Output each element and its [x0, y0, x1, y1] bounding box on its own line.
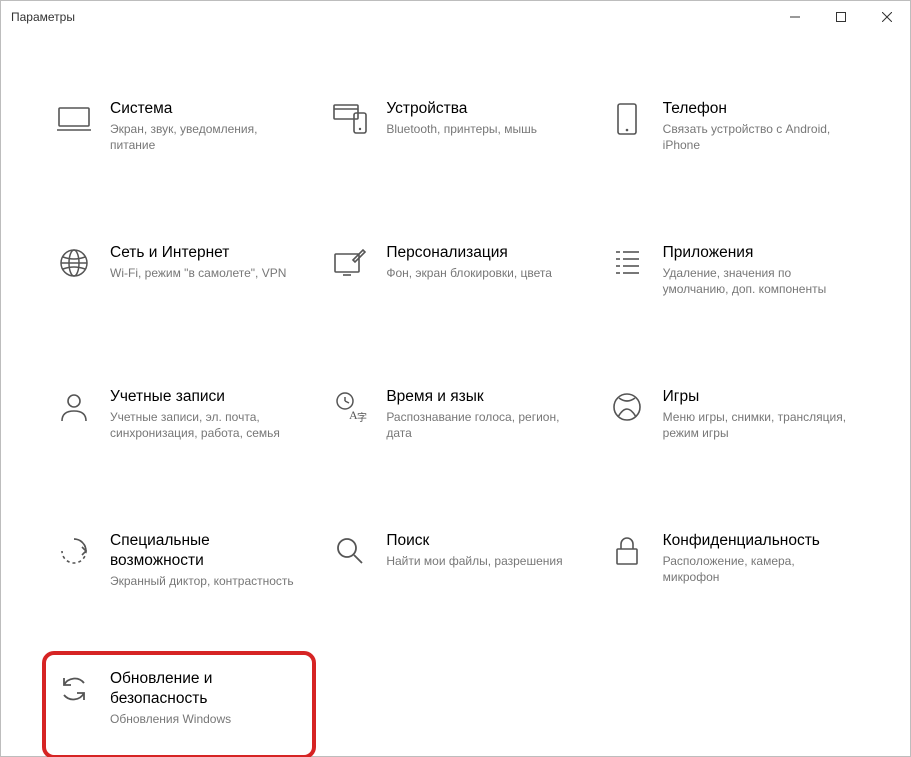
- tile-desc: Найти мои файлы, разрешения: [386, 553, 562, 569]
- tile-desc: Wi-Fi, режим "в самолете", VPN: [110, 265, 286, 281]
- time-language-icon: A字: [332, 389, 368, 425]
- tile-title: Устройства: [386, 99, 537, 119]
- tile-title: Специальные возможности: [110, 531, 296, 571]
- content-area: Система Экран, звук, уведомления, питани…: [1, 33, 910, 741]
- tile-update-security[interactable]: Обновление и безопасность Обновления Win…: [42, 651, 316, 757]
- tile-desc: Меню игры, снимки, трансляция, режим игр…: [663, 409, 849, 441]
- close-icon: [882, 12, 892, 22]
- apps-icon: [609, 245, 645, 281]
- maximize-icon: [836, 12, 846, 22]
- tile-desc: Bluetooth, принтеры, мышь: [386, 121, 537, 137]
- ease-of-access-icon: [56, 533, 92, 569]
- tile-ease-of-access[interactable]: Специальные возможности Экранный диктор,…: [56, 525, 302, 609]
- tile-network[interactable]: Сеть и Интернет Wi-Fi, режим "в самолете…: [56, 237, 302, 321]
- tile-accounts[interactable]: Учетные записи Учетные записи, эл. почта…: [56, 381, 302, 465]
- search-icon: [332, 533, 368, 569]
- tile-apps[interactable]: Приложения Удаление, значения по умолчан…: [609, 237, 855, 321]
- tile-desc: Связать устройство с Android, iPhone: [663, 121, 849, 153]
- svg-text:字: 字: [357, 411, 367, 423]
- close-button[interactable]: [864, 1, 910, 33]
- tile-desc: Удаление, значения по умолчанию, доп. ко…: [663, 265, 849, 297]
- window-controls: [772, 1, 910, 33]
- tile-desc: Распознавание голоса, регион, дата: [386, 409, 572, 441]
- tile-desc: Экранный диктор, контрастность: [110, 573, 296, 589]
- tile-title: Поиск: [386, 531, 562, 551]
- globe-icon: [56, 245, 92, 281]
- tile-time-language[interactable]: A字 Время и язык Распознавание голоса, ре…: [332, 381, 578, 465]
- xbox-icon: [609, 389, 645, 425]
- tile-title: Обновление и безопасность: [110, 669, 302, 709]
- tile-title: Учетные записи: [110, 387, 296, 407]
- tile-title: Телефон: [663, 99, 849, 119]
- tile-privacy[interactable]: Конфиденциальность Расположение, камера,…: [609, 525, 855, 609]
- titlebar: Параметры: [1, 1, 910, 33]
- tile-desc: Учетные записи, эл. почта, синхронизация…: [110, 409, 296, 441]
- tile-gaming[interactable]: Игры Меню игры, снимки, трансляция, режи…: [609, 381, 855, 465]
- tile-desc: Обновления Windows: [110, 711, 300, 727]
- tile-title: Персонализация: [386, 243, 552, 263]
- tile-desc: Расположение, камера, микрофон: [663, 553, 849, 585]
- tile-title: Сеть и Интернет: [110, 243, 286, 263]
- phone-icon: [609, 101, 645, 137]
- tile-desc: Фон, экран блокировки, цвета: [386, 265, 552, 281]
- minimize-button[interactable]: [772, 1, 818, 33]
- update-icon: [56, 671, 92, 707]
- lock-icon: [609, 533, 645, 569]
- tile-title: Игры: [663, 387, 849, 407]
- tile-title: Конфиденциальность: [663, 531, 849, 551]
- maximize-button[interactable]: [818, 1, 864, 33]
- system-icon: [56, 101, 92, 137]
- tile-title: Приложения: [663, 243, 849, 263]
- tile-search[interactable]: Поиск Найти мои файлы, разрешения: [332, 525, 578, 609]
- tile-phone[interactable]: Телефон Связать устройство с Android, iP…: [609, 93, 855, 177]
- settings-window: Параметры Система Экран, звук,: [0, 0, 911, 757]
- personalization-icon: [332, 245, 368, 281]
- settings-grid: Система Экран, звук, уведомления, питани…: [56, 93, 855, 741]
- tile-system[interactable]: Система Экран, звук, уведомления, питани…: [56, 93, 302, 177]
- minimize-icon: [790, 12, 800, 22]
- tile-title: Система: [110, 99, 296, 119]
- tile-title: Время и язык: [386, 387, 572, 407]
- tile-personalization[interactable]: Персонализация Фон, экран блокировки, цв…: [332, 237, 578, 321]
- accounts-icon: [56, 389, 92, 425]
- tile-desc: Экран, звук, уведомления, питание: [110, 121, 296, 153]
- devices-icon: [332, 101, 368, 137]
- tile-devices[interactable]: Устройства Bluetooth, принтеры, мышь: [332, 93, 578, 177]
- window-title: Параметры: [11, 10, 75, 24]
